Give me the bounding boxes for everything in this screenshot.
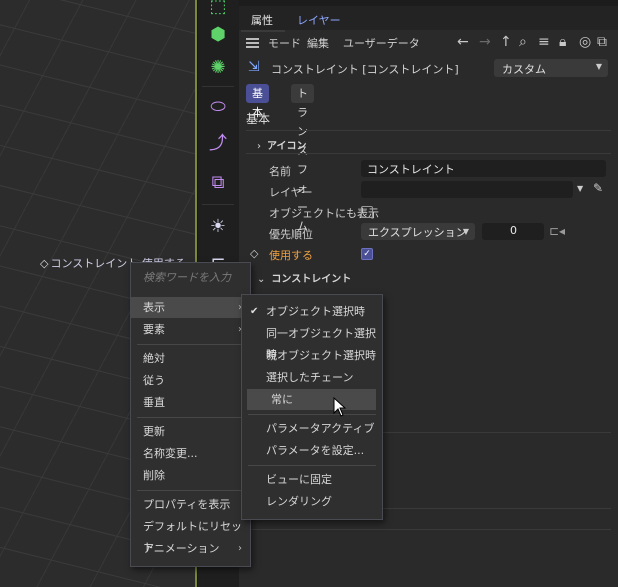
menu-separator [248, 465, 376, 466]
target-icon[interactable]: ◎ [579, 34, 591, 50]
layer-field[interactable] [361, 181, 573, 198]
submenu-item-same-object-selected[interactable]: 同一オブジェクト選択時 [242, 323, 382, 361]
submenu-item-rendering[interactable]: レンダリング [242, 491, 382, 512]
basic-tab-button[interactable]: 基本 [246, 84, 269, 119]
menu-item-absolute[interactable]: 絶対 [131, 348, 250, 369]
spline-tool-icon[interactable]: ⬚ [204, 0, 232, 20]
menu-item-rename[interactable]: 名称変更... [131, 443, 250, 464]
group-constraint[interactable]: ⌄ コンストレイント [257, 270, 351, 285]
submenu-item-set-parameter[interactable]: パラメータを設定... [242, 440, 382, 461]
keyframe-diamond-icon[interactable]: ◇ [250, 247, 258, 260]
back-arrow-icon[interactable]: ← [457, 34, 469, 50]
lock-icon[interactable]: 🔒︎ [559, 34, 566, 50]
object-title: コンストレイント [コンストレイント] [271, 63, 459, 76]
constraint-tag-icon: ⇲ [248, 59, 260, 75]
chevron-right-icon: › [238, 543, 242, 554]
name-label: 名前 [269, 165, 291, 178]
cube-generator-icon[interactable]: ⬢ [204, 20, 232, 48]
layer-dropdown-chevron-icon[interactable]: ▼ [577, 184, 583, 193]
filter-icon[interactable]: ≡ [538, 34, 550, 50]
divider [246, 153, 611, 154]
divider [246, 130, 611, 131]
twist-deformer-icon[interactable]: ⤴ [204, 128, 232, 156]
link-camera-icon[interactable]: ⊏◂ [549, 224, 565, 238]
use-checkbox[interactable]: ✓ [361, 248, 373, 260]
menu-item-animation[interactable]: アニメーション › [131, 538, 250, 559]
up-arrow-icon[interactable]: ↑ [500, 34, 512, 50]
priority-mode-dropdown[interactable]: エクスプレッション ▼ [361, 223, 475, 240]
light-icon[interactable]: ☀ [204, 212, 232, 240]
priority-label: 優先順位 [269, 228, 313, 241]
menu-item-reset-default[interactable]: デフォルトにリセット [131, 516, 250, 554]
divider [246, 529, 611, 530]
menu-item-update[interactable]: 更新 [131, 421, 250, 442]
layer-label: レイヤー [269, 186, 313, 199]
submenu-item-parent-selected[interactable]: 親オブジェクト選択時 [242, 345, 382, 366]
chevron-down-icon: ▼ [462, 227, 469, 236]
divider [379, 508, 611, 509]
divider [379, 432, 611, 433]
section-title: 基本 [246, 112, 271, 126]
panel-menubar: モード 編集 ユーザーデータ ← → ↑ ⌕ ≡ 🔒︎ ◎ ⧉ [239, 32, 618, 54]
checkmark-icon: ✔ [250, 306, 259, 317]
forward-arrow-icon[interactable]: → [479, 34, 491, 50]
chevron-down-icon: ⌄ [257, 274, 266, 285]
menu-item-follow[interactable]: 従う [131, 370, 250, 391]
bend-deformer-icon[interactable]: ⧉ [204, 168, 232, 196]
menu-separator [248, 414, 376, 415]
submenu-item-parameter-active[interactable]: パラメータアクティブ [242, 418, 382, 439]
search-icon[interactable]: ⌕ [519, 34, 527, 50]
name-field[interactable]: コンストレイント [361, 160, 606, 177]
submenu-item-object-selected[interactable]: ✔ オブジェクト選択時 [242, 301, 382, 322]
new-window-icon[interactable]: ⧉ [597, 34, 607, 50]
menu-separator [137, 417, 244, 418]
tab-attributes[interactable]: 属性 [251, 12, 273, 28]
submenu-item-selected-chain[interactable]: 選択したチェーン [242, 367, 382, 388]
show-in-object-checkbox[interactable] [361, 206, 373, 218]
menu-item-display[interactable]: 表示 › [131, 297, 250, 318]
panel-tabs: 属性 レイヤー [239, 0, 618, 32]
menu-item-vertical[interactable]: 垂直 [131, 392, 250, 413]
deformer-icon[interactable]: ⬭ [204, 92, 232, 120]
menu-search-input[interactable]: 検索ワードを入力 [135, 267, 245, 289]
context-menu: 検索ワードを入力 表示 › 要素 › 絶対 従う 垂直 更新 名称変更... 削… [130, 262, 251, 567]
chevron-right-icon: › [257, 141, 261, 152]
tab-layers[interactable]: レイヤー [297, 12, 341, 28]
menu-separator [137, 344, 244, 345]
menu-item-element[interactable]: 要素 › [131, 319, 250, 340]
eyedropper-icon[interactable]: ✎ [593, 181, 603, 195]
mouse-cursor-icon [333, 397, 347, 417]
transform-tab-button[interactable]: トランスフォーム [291, 84, 314, 233]
menu-userdata[interactable]: ユーザーデータ [343, 35, 420, 51]
preset-dropdown[interactable]: カスタム ▼ [494, 59, 608, 77]
group-icon[interactable]: › アイコン [257, 137, 307, 152]
keyframe-diamond-icon: ◇ [40, 257, 49, 270]
priority-value-field[interactable]: 0 [482, 223, 544, 240]
menu-edit[interactable]: 編集 [307, 35, 329, 51]
submenu-item-always[interactable]: 常に [247, 389, 376, 410]
menu-item-show-properties[interactable]: プロパティを表示 [131, 494, 250, 515]
display-submenu: ✔ オブジェクト選択時 同一オブジェクト選択時 親オブジェクト選択時 選択したチ… [241, 294, 383, 520]
menu-mode[interactable]: モード [268, 35, 301, 51]
submenu-item-lock-to-view[interactable]: ビューに固定 [242, 469, 382, 490]
menu-item-delete[interactable]: 削除 [131, 465, 250, 486]
gear-generator-icon[interactable]: ✺ [204, 53, 232, 81]
chevron-down-icon: ▼ [595, 62, 602, 71]
use-label: 使用する [269, 249, 313, 262]
menu-separator [137, 490, 244, 491]
object-header: ⇲ コンストレイント [コンストレイント] カスタム ▼ [239, 58, 618, 80]
hamburger-menu-icon[interactable] [246, 38, 259, 48]
